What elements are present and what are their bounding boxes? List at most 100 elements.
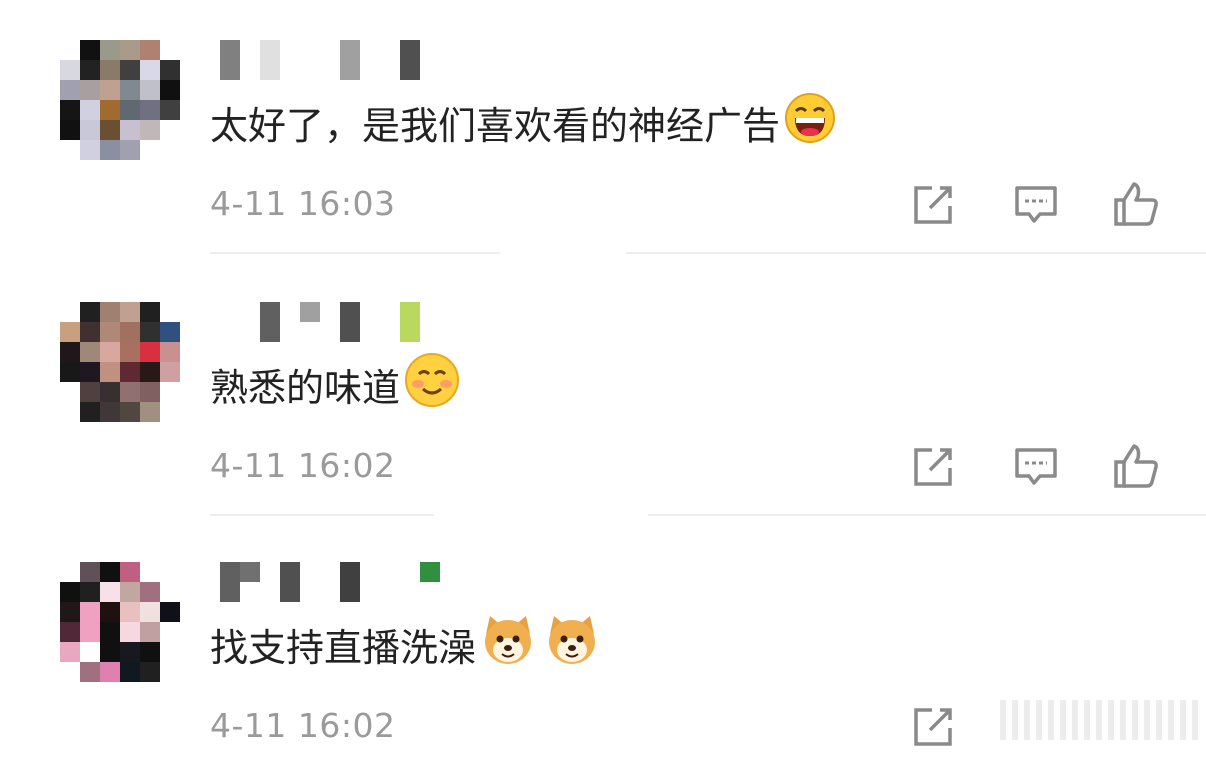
avatar-pixel (160, 120, 180, 140)
like-button[interactable] (1112, 442, 1160, 490)
avatar-pixel (100, 382, 120, 402)
username-pixel (340, 322, 360, 342)
username-pixel (360, 562, 380, 582)
avatar-pixel (120, 100, 140, 120)
username-pixel (220, 562, 240, 582)
username-pixel (400, 322, 420, 342)
avatar-pixel (80, 100, 100, 120)
timestamp: 4-11 16:03 (210, 184, 396, 223)
username-pixel (340, 562, 360, 582)
username-pixel (220, 60, 240, 80)
username-pixel (420, 302, 440, 322)
reply-comment-icon (1015, 448, 1057, 485)
username-pixel (380, 60, 400, 80)
avatar-pixel (120, 562, 140, 582)
avatar-pixel (100, 342, 120, 362)
comment-item: 找支持直播洗澡 4-11 16:02 (0, 522, 1206, 784)
avatar-pixel (80, 60, 100, 80)
avatar-pixel (100, 80, 120, 100)
divider (210, 514, 434, 516)
avatar-pixel (80, 582, 100, 602)
avatar-pixel (80, 642, 100, 662)
avatar-pixel (160, 382, 180, 402)
username-pixelated[interactable] (220, 302, 440, 342)
grinning-laughing-emoji-icon (784, 92, 836, 153)
reply-button[interactable] (1012, 442, 1060, 490)
avatar-pixel (120, 140, 140, 160)
username-pixel (320, 40, 340, 60)
timestamp: 4-11 16:02 (210, 446, 396, 485)
avatar-pixel (140, 302, 160, 322)
username-pixelated[interactable] (220, 562, 440, 602)
avatar-pixel (160, 562, 180, 582)
avatar-pixel (160, 402, 180, 422)
avatar-pixel (120, 342, 140, 362)
username-pixel (300, 302, 320, 322)
avatar-pixel (160, 602, 180, 622)
avatar-pixel (100, 100, 120, 120)
username-pixel (420, 60, 440, 80)
username-pixel (300, 60, 320, 80)
comment-text: 找支持直播洗澡 (210, 614, 600, 674)
username-pixel (400, 302, 420, 322)
avatar-pixel (160, 100, 180, 120)
avatar-pixel (60, 322, 80, 342)
avatar-pixel (160, 140, 180, 160)
avatar-pixel (100, 562, 120, 582)
avatar-pixel (120, 302, 140, 322)
avatar-pixel (140, 100, 160, 120)
avatar-pixel (100, 662, 120, 682)
comment-text-content: 找支持直播洗澡 (210, 625, 477, 670)
avatar-pixel (140, 120, 160, 140)
avatar-pixel (60, 662, 80, 682)
avatar-pixel (100, 302, 120, 322)
avatar-pixel (100, 60, 120, 80)
username-pixel (280, 582, 300, 602)
avatar-pixel (80, 120, 100, 140)
avatar-pixel (120, 362, 140, 382)
avatar-pixel (140, 322, 160, 342)
avatar-pixel (60, 602, 80, 622)
avatar-pixel (100, 402, 120, 422)
avatar[interactable] (60, 562, 180, 682)
username-pixel (280, 322, 300, 342)
username-pixel (280, 562, 300, 582)
avatar-pixel (60, 562, 80, 582)
username-pixel (400, 40, 420, 60)
avatar-pixel (160, 342, 180, 362)
avatar-pixel (120, 120, 140, 140)
share-button[interactable] (910, 442, 958, 490)
avatar-pixel (160, 662, 180, 682)
username-pixel (340, 60, 360, 80)
avatar-pixel (80, 80, 100, 100)
username-pixel (320, 60, 340, 80)
avatar-pixel (60, 60, 80, 80)
username-pixel (380, 302, 400, 322)
thumbs-up-icon (1114, 182, 1158, 226)
reply-button[interactable] (1012, 180, 1060, 228)
username-pixel (260, 562, 280, 582)
username-pixel (220, 582, 240, 602)
username-pixel (380, 582, 400, 602)
avatar-pixel (60, 302, 80, 322)
share-button[interactable] (910, 180, 958, 228)
avatar-pixel (60, 402, 80, 422)
comment-item: 熟悉的味道 4-11 16:02 (0, 262, 1206, 524)
username-pixel (380, 322, 400, 342)
divider (626, 252, 1206, 254)
comment-text-content: 熟悉的味道 (210, 365, 401, 410)
avatar-pixel (80, 40, 100, 60)
avatar-pixel (140, 362, 160, 382)
avatar-pixel (160, 642, 180, 662)
username-pixel (300, 562, 320, 582)
username-pixel (240, 582, 260, 602)
username-pixelated[interactable] (220, 40, 440, 80)
avatar-pixel (160, 302, 180, 322)
avatar[interactable] (60, 302, 180, 422)
avatar-pixel (120, 80, 140, 100)
username-pixel (240, 562, 260, 582)
avatar-pixel (80, 662, 100, 682)
username-pixel (260, 40, 280, 60)
avatar[interactable] (60, 40, 180, 160)
like-button[interactable] (1112, 180, 1160, 228)
